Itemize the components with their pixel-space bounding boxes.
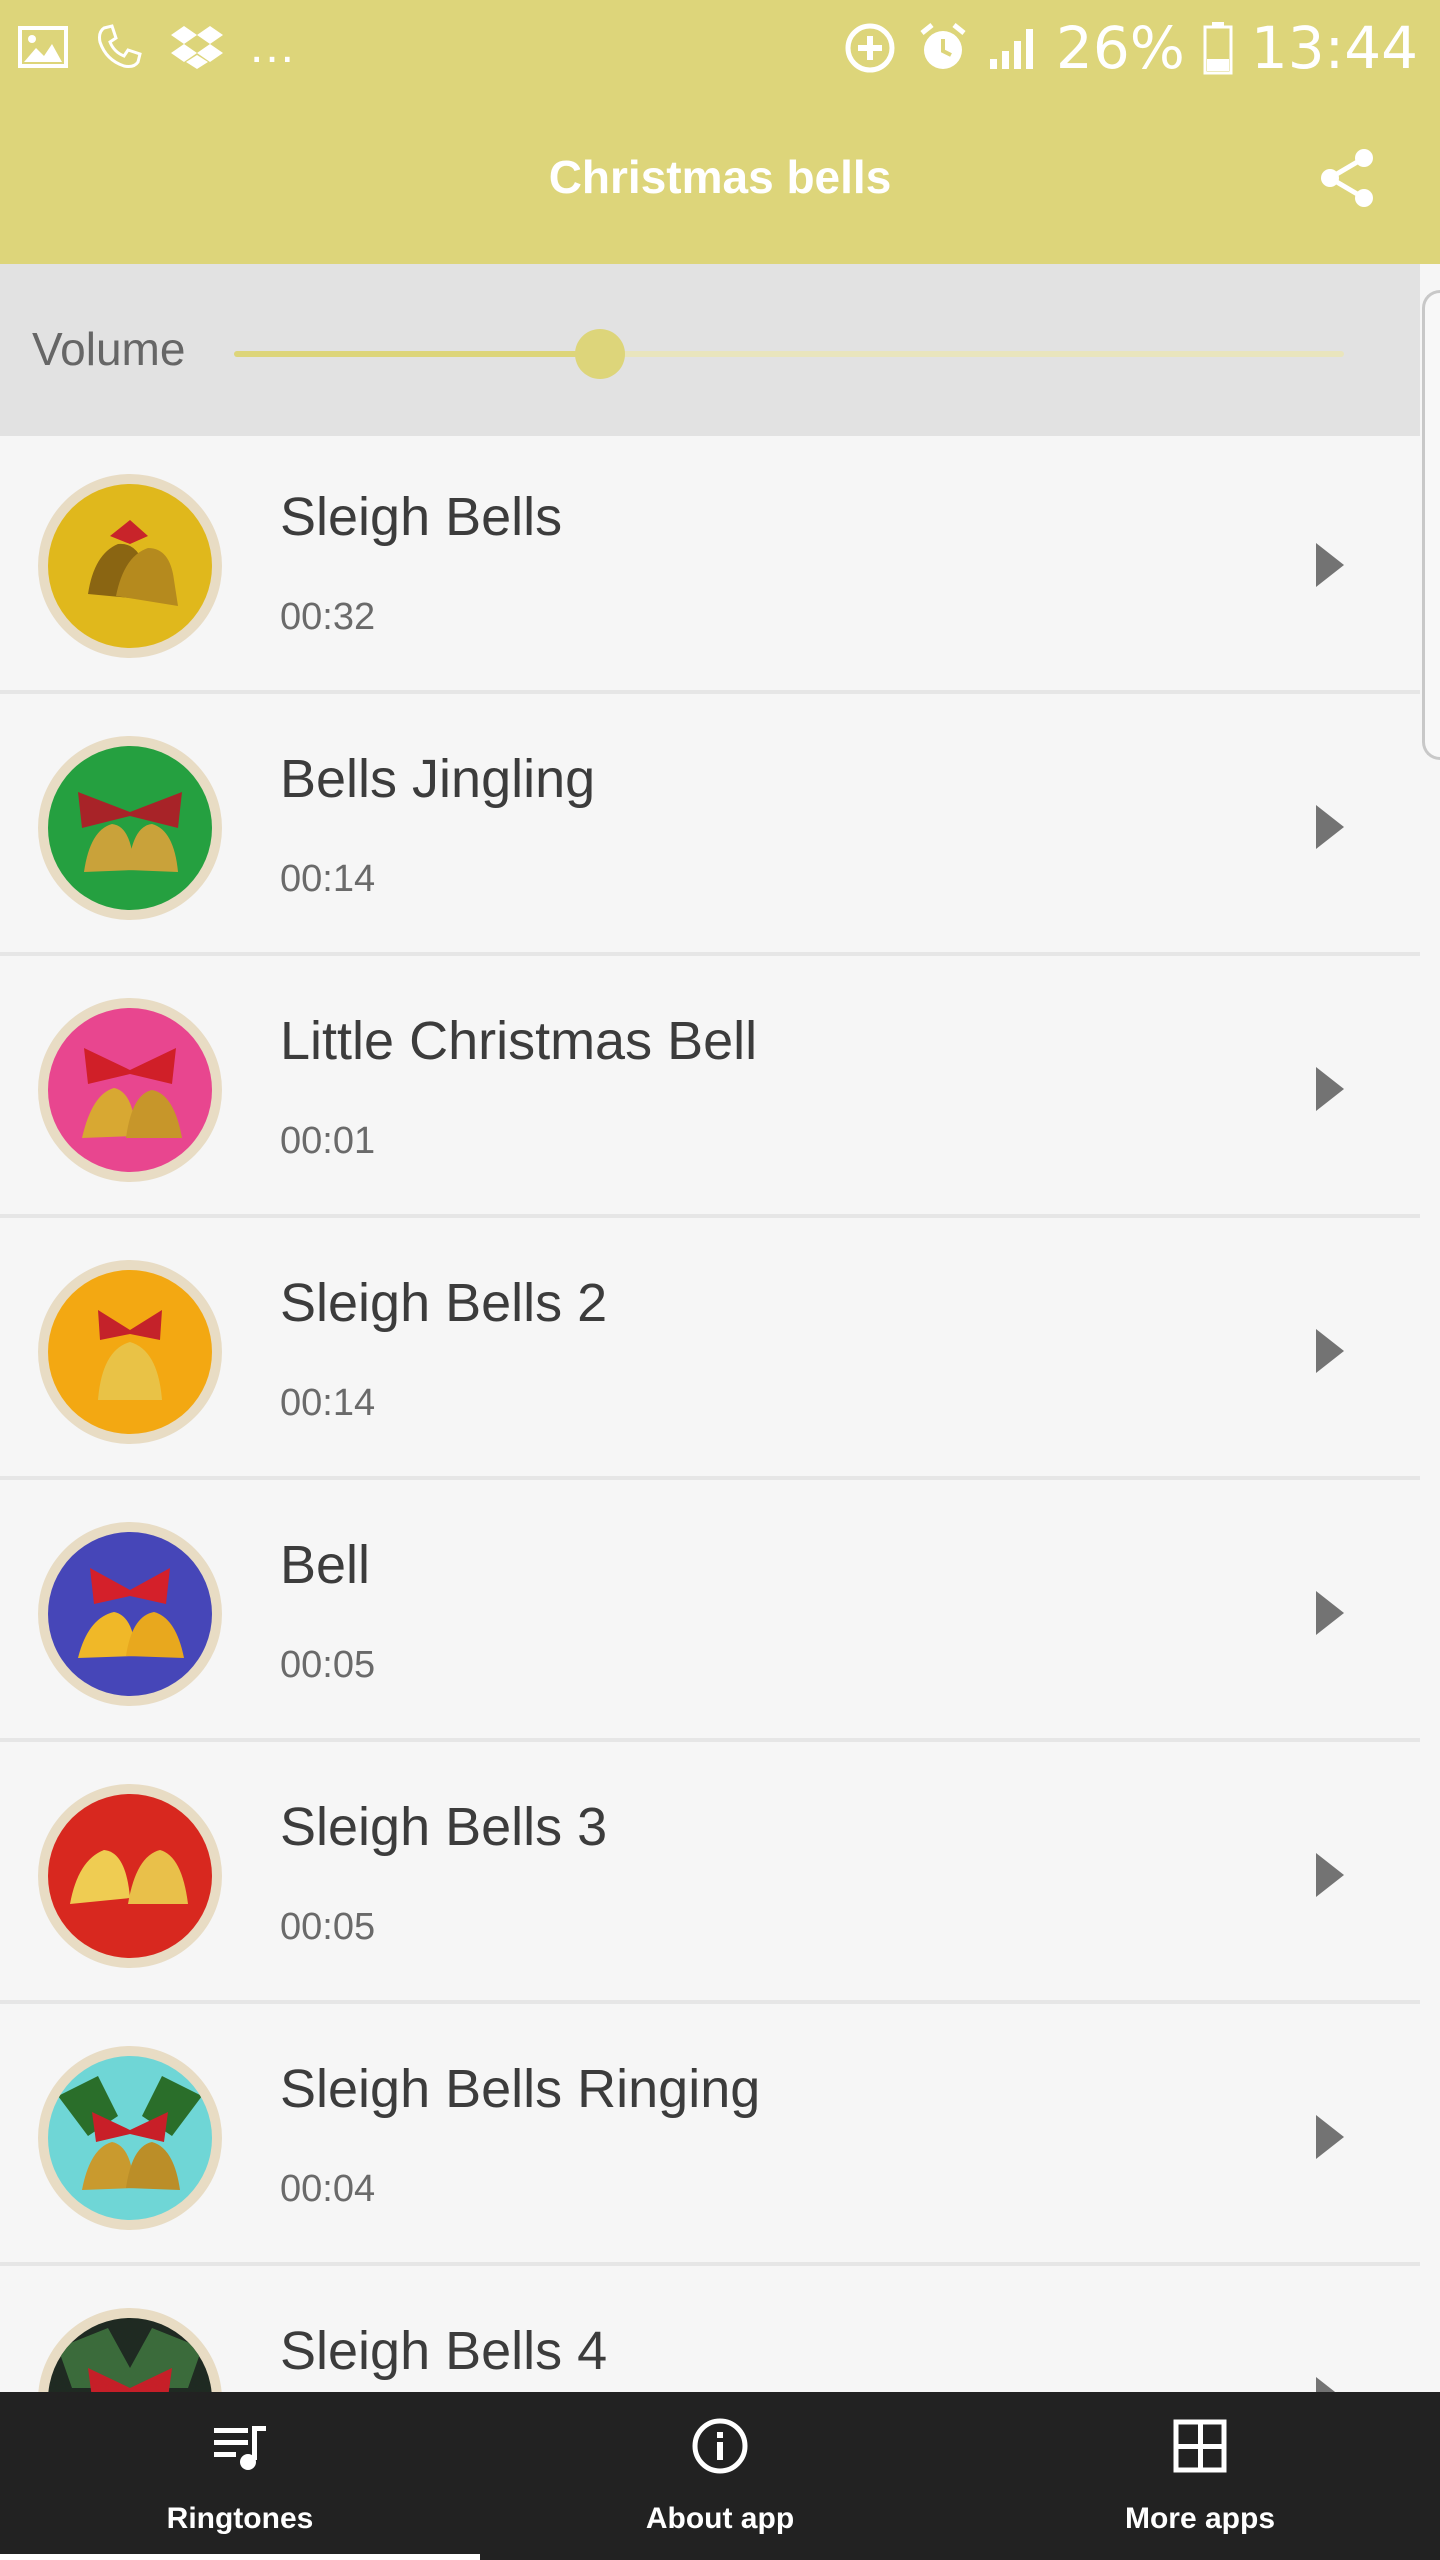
play-icon[interactable] <box>1310 1063 1350 1115</box>
list-item[interactable]: Sleigh Bells 3 00:05 <box>0 1746 1420 2004</box>
tab-label: Ringtones <box>166 2502 314 2535</box>
status-bar: ... 26% 13:44 <box>0 0 1440 100</box>
ringtone-duration: 00:05 <box>280 1644 376 1686</box>
bell-icon <box>48 1794 212 1958</box>
tab-label: More apps <box>1124 2502 1276 2535</box>
bell-icon <box>48 1008 212 1172</box>
battery-icon <box>1203 22 1233 75</box>
ringtone-duration: 00:32 <box>280 596 376 638</box>
volume-slider[interactable] <box>234 329 1344 379</box>
ringtone-title: Sleigh Bells 3 <box>280 1797 608 1857</box>
list-item[interactable]: Sleigh Bells Ringing 00:04 <box>0 2008 1420 2266</box>
playlist-icon <box>214 2426 266 2470</box>
ringtone-duration: 00:01 <box>280 1120 376 1162</box>
bell-icon <box>48 746 212 910</box>
bell-icon <box>48 1270 212 1434</box>
ringtone-thumbnail <box>38 474 222 658</box>
ringtone-thumbnail <box>38 1784 222 1968</box>
play-icon[interactable] <box>1310 1587 1350 1639</box>
ringtone-duration: 00:05 <box>280 1906 376 1948</box>
tab-label: About app <box>645 2502 795 2535</box>
tab-more-apps[interactable]: More apps <box>960 2392 1440 2560</box>
share-icon[interactable] <box>1316 146 1380 210</box>
app-toolbar: Christmas bells <box>0 100 1440 264</box>
sync-icon <box>845 23 895 73</box>
clock: 13:44 <box>1250 14 1418 82</box>
gallery-icon <box>18 26 68 68</box>
ringtone-thumbnail <box>38 2046 222 2230</box>
ringtone-title: Sleigh Bells 4 <box>280 2321 608 2381</box>
status-bar-left: ... <box>18 22 296 72</box>
volume-panel: Volume <box>0 264 1420 436</box>
ringtone-title: Little Christmas Bell <box>280 1011 758 1071</box>
list-item[interactable]: Sleigh Bells 4 <box>0 2270 1420 2392</box>
play-icon[interactable] <box>1310 2373 1350 2392</box>
play-icon[interactable] <box>1310 2111 1350 2163</box>
info-icon <box>692 2418 748 2474</box>
ringtone-title: Bell <box>280 1535 371 1595</box>
ringtone-thumbnail <box>38 1260 222 1444</box>
bottom-navigation: Ringtones About app More apps <box>0 2392 1440 2560</box>
tab-about-app[interactable]: About app <box>480 2392 960 2560</box>
status-more-indicator: ... <box>250 20 297 73</box>
list-item[interactable]: Little Christmas Bell 00:01 <box>0 960 1420 1218</box>
ringtone-thumbnail <box>38 998 222 1182</box>
ringtone-thumbnail <box>38 736 222 920</box>
bell-icon <box>48 2318 212 2392</box>
bell-icon <box>48 2056 212 2220</box>
play-icon[interactable] <box>1310 1849 1350 1901</box>
page-title: Christmas bells <box>548 151 892 203</box>
play-icon[interactable] <box>1310 1325 1350 1377</box>
ringtone-duration: 00:14 <box>280 858 376 900</box>
list-item[interactable]: Sleigh Bells 2 00:14 <box>0 1222 1420 1480</box>
grid-icon <box>1173 2419 1227 2473</box>
list-item[interactable]: Sleigh Bells 00:32 <box>0 436 1420 694</box>
dropbox-icon <box>171 26 223 69</box>
ringtone-thumbnail <box>38 1522 222 1706</box>
volume-slider-fill <box>234 351 601 357</box>
tab-ringtones[interactable]: Ringtones <box>0 2392 480 2560</box>
alarm-icon <box>920 23 966 69</box>
status-bar-right: 26% 13:44 <box>842 14 1418 82</box>
list-item[interactable]: Bell 00:05 <box>0 1484 1420 1742</box>
battery-percent: 26% <box>1055 14 1185 82</box>
ringtone-duration: 00:14 <box>280 1382 376 1424</box>
ringtone-title: Sleigh Bells <box>280 487 563 547</box>
play-icon[interactable] <box>1310 801 1350 853</box>
ringtone-title: Sleigh Bells Ringing <box>280 2059 761 2119</box>
volume-label: Volume <box>32 323 186 375</box>
ringtone-title: Bells Jingling <box>280 749 596 809</box>
signal-icon <box>989 29 1033 69</box>
ringtone-title: Sleigh Bells 2 <box>280 1273 608 1333</box>
call-icon <box>98 24 142 68</box>
ringtone-duration: 00:04 <box>280 2168 376 2210</box>
play-icon[interactable] <box>1310 539 1350 591</box>
bell-icon <box>48 484 212 648</box>
list-item[interactable]: Bells Jingling 00:14 <box>0 698 1420 956</box>
bell-icon <box>48 1532 212 1696</box>
scroll-handle[interactable] <box>1422 290 1440 760</box>
ringtone-list: Sleigh Bells 00:32 Bells Jingling 00:14 <box>0 436 1420 2392</box>
ringtone-thumbnail <box>38 2308 222 2392</box>
volume-slider-thumb[interactable] <box>575 329 626 379</box>
